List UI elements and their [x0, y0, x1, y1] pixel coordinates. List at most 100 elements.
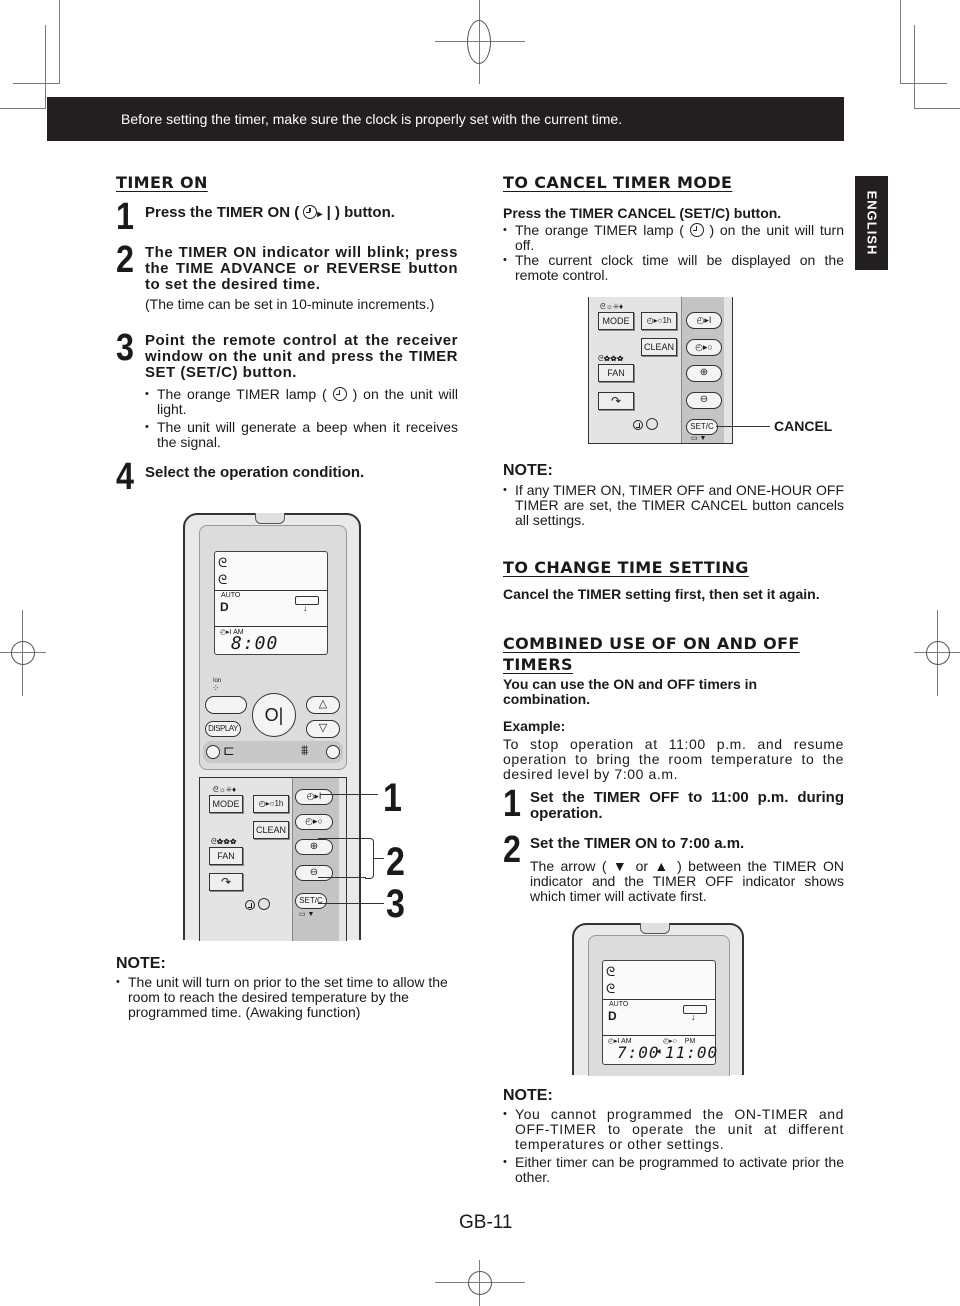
ir-window [255, 513, 285, 524]
callout-leader [716, 426, 770, 427]
time-reverse-button[interactable]: ⊖ [686, 392, 722, 409]
time-advance-button[interactable]: ⊕ [686, 365, 722, 382]
bullet-item: The orange TIMER lamp ( ) on the unit wi… [503, 223, 844, 253]
step-title: Point the remote control at the receiver… [145, 332, 458, 381]
step-title: Select the operation condition. [145, 464, 365, 481]
step-bullets: The orange TIMER lamp ( ) on the unit wi… [145, 387, 458, 450]
step-number: 2 [503, 829, 521, 871]
step-note: (The time can be set in 10-minute increm… [145, 296, 435, 312]
lcd-divider [603, 999, 715, 1000]
plus-icon: ⊕ [309, 841, 319, 852]
example-label: Example: [503, 718, 566, 734]
temp-down-button[interactable]: ▽ [306, 720, 340, 738]
notice-banner: Before setting the timer, make sure the … [47, 97, 844, 141]
remote-lcd: ᘓ ᘓ AUTO D ↓ ◴▸I AM ◴▸○ PM 7:00 ◀ 11:00 [602, 960, 719, 1065]
crop-mark [59, 0, 60, 84]
powerful-icon: ↷ [220, 875, 232, 889]
lcd-off-time: 11:00 [665, 1043, 719, 1062]
lamp-icon [257, 898, 270, 910]
example-text: To stop operation at 11:00 p.m. and resu… [503, 736, 844, 782]
crop-mark [900, 83, 947, 84]
change-time-instruction: Cancel the TIMER setting first, then set… [503, 586, 820, 602]
step-title-text: ) button. [334, 204, 395, 221]
note-title: NOTE: [503, 1087, 553, 1104]
crop-mark [13, 83, 60, 84]
crop-mark [914, 108, 960, 109]
step-title: Set the TIMER OFF to 11:00 p.m. during o… [530, 789, 844, 822]
lcd-auto-label: AUTO [221, 592, 241, 599]
page-number: GB-11 [459, 1212, 513, 1233]
lcd-on-time: 7:00 [617, 1043, 660, 1062]
slide-cover-icon: ▭ ▼ [299, 911, 315, 918]
cancel-instruction: Press the TIMER CANCEL (SET/C) button. [503, 205, 782, 221]
powerful-button[interactable]: ↷ [598, 392, 634, 410]
set-cancel-button[interactable]: SET/C [295, 893, 327, 909]
temp-up-button[interactable]: △ [306, 696, 340, 714]
fan-button[interactable]: FAN [209, 847, 243, 865]
step-title: Set the TIMER ON to 7:00 a.m. [530, 835, 745, 852]
step-number: 4 [116, 456, 134, 498]
down-arrow-icon: ↓ [303, 603, 308, 613]
up-triangle-icon: △ [318, 698, 328, 710]
timer-off-button[interactable]: ◴▸○ [686, 339, 722, 356]
bullet-text: The orange TIMER lamp ( [157, 386, 327, 402]
time-reverse-button[interactable]: ⊖ [295, 865, 333, 881]
callout-leader [373, 858, 384, 859]
remote-lcd: ᘓ ᘓ AUTO D ↓ ◴▸I AM 8:00 [214, 551, 328, 655]
combined-intro: You can use the ON and OFF timers in com… [503, 676, 758, 707]
order-arrow-icon: ◀ [656, 1049, 661, 1055]
note-bullets: The unit will turn on prior to the set t… [116, 975, 456, 1020]
lamp-icon [645, 418, 658, 430]
combined-heading: COMBINED USE OF ON AND OFF TIMERS [503, 634, 800, 674]
timer-lamp-icon [689, 223, 704, 237]
step-number: 1 [116, 196, 134, 238]
timer-on-button[interactable]: ◴▸I [686, 312, 722, 329]
notice-banner-text: Before setting the timer, make sure the … [121, 111, 623, 127]
timer-lamp-indicator [245, 898, 270, 911]
timer-on-heading: TIMER ON [116, 173, 208, 192]
timer-off-button[interactable]: ◴▸○ [295, 814, 333, 830]
plus-icon: ⊕ [699, 367, 709, 378]
clean-button[interactable]: CLEAN [253, 821, 289, 839]
remote-control-illustration: ᘓ ᘓ AUTO D ↓ ◴▸I AM 8:00 Ion ⁘ O| △ ▽ DI… [183, 513, 361, 941]
minus-icon: ⊖ [699, 394, 709, 405]
vertical-swing-icon: ⩩ [301, 742, 309, 758]
step-body: The arrow ( ▼ or ▲ ) between the TIMER O… [530, 858, 844, 904]
mode-button[interactable]: MODE [598, 312, 634, 330]
bullet-item: The unit will turn on prior to the set t… [116, 975, 456, 1020]
fan-swing-icon: ᘓ [606, 981, 616, 996]
mode-icons: ᘓ☼✳♦ [213, 785, 237, 794]
language-tab: ENGLISH [855, 176, 888, 270]
one-hour-off-button[interactable]: ◴▸○1h [253, 795, 289, 813]
time-advance-button[interactable]: ⊕ [295, 839, 333, 855]
bullet-item: The orange TIMER lamp ( ) on the unit wi… [145, 387, 458, 417]
callout-leader [318, 838, 366, 839]
timer-clock-icon [303, 205, 318, 219]
timer-on-icon: ◴▸I [696, 315, 712, 325]
bullet-item: If any TIMER ON, TIMER OFF and ONE-HOUR … [503, 483, 844, 528]
swing-bar: ⊏ ⩩ [203, 741, 343, 763]
power-button[interactable]: O| [252, 693, 296, 737]
note-title: NOTE: [116, 955, 166, 972]
set-cancel-button[interactable]: SET/C [686, 419, 718, 435]
timer-on-button[interactable]: ◴▸I [295, 789, 333, 805]
fan-button[interactable]: FAN [598, 364, 634, 382]
powerful-button[interactable]: ↷ [209, 873, 243, 891]
crosshair-mark [11, 641, 35, 665]
mode-button[interactable]: MODE [209, 795, 243, 813]
clean-button[interactable]: CLEAN [641, 338, 677, 356]
fan-speed-icon: D [608, 1009, 617, 1023]
swing-left-button[interactable] [206, 745, 220, 759]
lcd-time: 8:00 [231, 633, 279, 654]
step-number: 3 [116, 327, 134, 369]
swing-right-button[interactable] [326, 745, 340, 759]
ion-button[interactable] [205, 696, 247, 714]
minus-icon: ⊖ [309, 867, 319, 878]
display-button[interactable]: DISPLAY [205, 721, 241, 737]
one-hour-off-button[interactable]: ◴▸○1h [641, 312, 677, 330]
bullet-item: Either timer can be programmed to activa… [503, 1155, 844, 1185]
powerful-icon: ↷ [610, 394, 622, 408]
play-arrow-icon: ▸ [317, 209, 323, 220]
lcd-divider [603, 1035, 715, 1036]
crosshair-mark [468, 1271, 492, 1295]
